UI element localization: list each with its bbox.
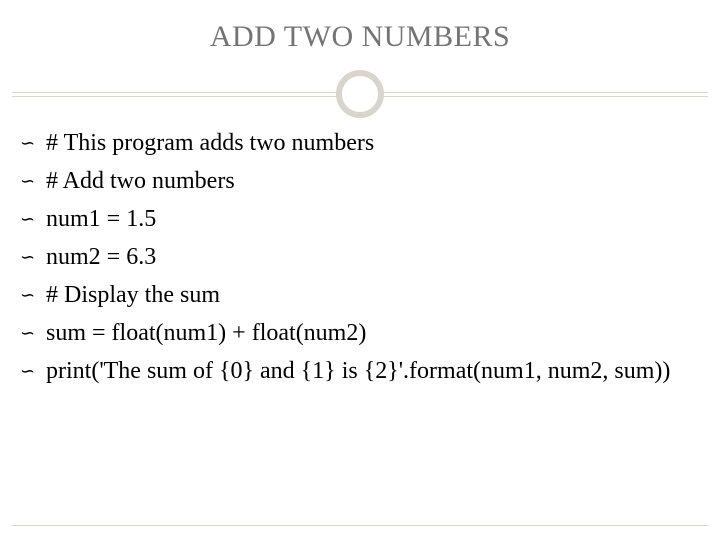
slide-title: ADD TWO NUMBERS	[0, 20, 720, 54]
list-item-text: # Add two numbers	[46, 164, 702, 198]
slide: ADD TWO NUMBERS ∽ # This program adds tw…	[0, 0, 720, 540]
list-item-text: print('The sum of {0} and {1} is {2}'.fo…	[46, 354, 702, 388]
list-item: ∽ sum = float(num1) + float(num2)	[18, 316, 702, 350]
bullet-icon: ∽	[18, 126, 46, 160]
bullet-icon: ∽	[18, 316, 46, 350]
content-area: ∽ # This program adds two numbers ∽ # Ad…	[18, 126, 702, 392]
list-item-text: num1 = 1.5	[46, 202, 702, 236]
bullet-icon: ∽	[18, 240, 46, 274]
list-item: ∽ num2 = 6.3	[18, 240, 702, 274]
list-item-text: sum = float(num1) + float(num2)	[46, 316, 702, 350]
bullet-icon: ∽	[18, 354, 46, 388]
list-item-text: # This program adds two numbers	[46, 126, 702, 160]
list-item: ∽ num1 = 1.5	[18, 202, 702, 236]
list-item: ∽ # This program adds two numbers	[18, 126, 702, 160]
list-item-text: num2 = 6.3	[46, 240, 702, 274]
divider-ring-icon	[336, 70, 384, 118]
list-item: ∽ print('The sum of {0} and {1} is {2}'.…	[18, 354, 702, 388]
bottom-divider	[12, 525, 708, 526]
list-item: ∽ # Add two numbers	[18, 164, 702, 198]
bullet-icon: ∽	[18, 278, 46, 312]
list-item-text: # Display the sum	[46, 278, 702, 312]
title-divider	[0, 74, 720, 114]
bullet-icon: ∽	[18, 164, 46, 198]
bullet-icon: ∽	[18, 202, 46, 236]
list-item: ∽ # Display the sum	[18, 278, 702, 312]
